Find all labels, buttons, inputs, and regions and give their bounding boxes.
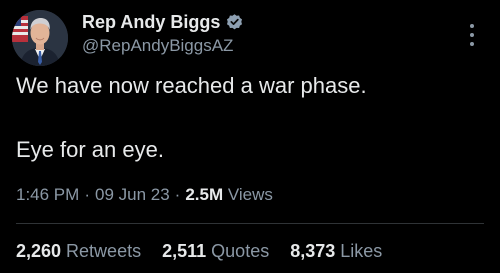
tweet-meta: 1:46 PM · 09 Jun 23 · 2.5M Views: [16, 185, 273, 205]
retweets-label: Retweets: [66, 241, 142, 261]
likes-stat[interactable]: 8,373 Likes: [290, 241, 382, 261]
tweet-time[interactable]: 1:46 PM: [16, 185, 79, 204]
likes-label: Likes: [340, 241, 383, 261]
retweets-count: 2,260: [16, 241, 62, 261]
views-label: Views: [227, 185, 273, 204]
views-count: 2.5M: [185, 185, 224, 204]
meta-separator: ·: [174, 185, 181, 204]
tweet-date[interactable]: 09 Jun 23: [95, 185, 170, 204]
tweet-line: Eye for an eye.: [16, 137, 164, 162]
avatar-image: [12, 10, 68, 66]
engagement-stats: 2,260 Retweets 2,511 Quotes 8,373 Likes: [16, 241, 382, 262]
more-vertical-icon[interactable]: [468, 22, 476, 48]
divider: [16, 223, 484, 224]
quotes-label: Quotes: [211, 241, 270, 261]
avatar[interactable]: [12, 10, 68, 66]
author-display-name[interactable]: Rep Andy Biggs: [82, 12, 220, 33]
meta-separator: ·: [84, 185, 90, 204]
quotes-count: 2,511: [162, 241, 207, 261]
verified-badge-icon: [227, 14, 243, 30]
author-handle[interactable]: @RepAndyBiggsAZ: [82, 36, 233, 56]
quotes-stat[interactable]: 2,511 Quotes: [162, 241, 269, 261]
tweet-text: We have now reached a war phase. Eye for…: [16, 72, 486, 164]
retweets-stat[interactable]: 2,260 Retweets: [16, 241, 141, 261]
likes-count: 8,373: [290, 241, 336, 261]
tweet-line: We have now reached a war phase.: [16, 73, 367, 98]
author-name-row[interactable]: Rep Andy Biggs: [82, 12, 244, 33]
